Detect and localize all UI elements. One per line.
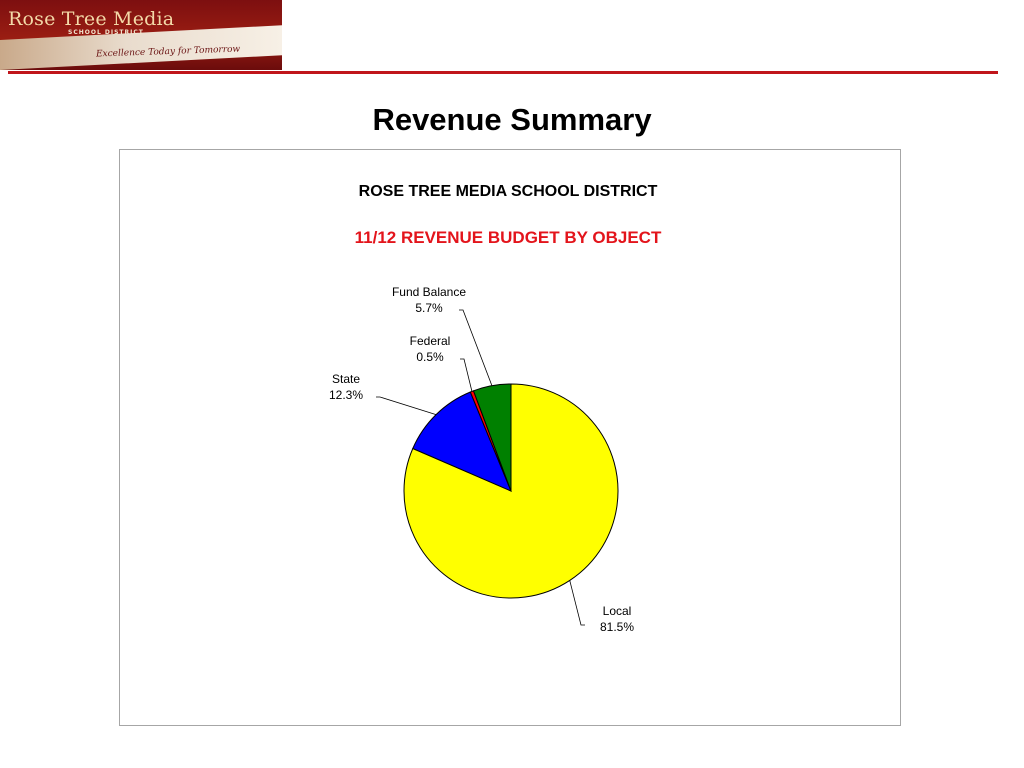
slice-value-label-fund-balance: 5.7%: [415, 301, 443, 315]
slice-value-label-local: 81.5%: [600, 620, 634, 634]
chart-frame: ROSE TREE MEDIA SCHOOL DISTRICT 11/12 RE…: [119, 149, 901, 726]
page-title: Revenue Summary: [372, 102, 652, 137]
leader-line-fund-balance: [459, 309, 493, 386]
leader-line-federal: [460, 358, 473, 392]
leader-line-local: [569, 580, 585, 626]
pie-chart: ROSE TREE MEDIA SCHOOL DISTRICT 11/12 RE…: [329, 183, 662, 634]
slice-label-federal: Federal: [410, 334, 451, 348]
pie-slices: [403, 383, 619, 599]
slice-value-label-state: 12.3%: [329, 388, 363, 402]
slice-label-fund-balance: Fund Balance: [392, 285, 466, 299]
slice-label-state: State: [332, 372, 360, 386]
logo-subtitle: SCHOOL DISTRICT: [68, 29, 144, 36]
district-logo: Rose Tree Media SCHOOL DISTRICT Excellen…: [0, 0, 282, 70]
chart-subtitle: 11/12 REVENUE BUDGET BY OBJECT: [355, 228, 662, 247]
leader-line-state: [376, 396, 437, 416]
header-rule: [8, 71, 998, 74]
slice-value-label-federal: 0.5%: [416, 350, 444, 364]
logo-name: Rose Tree Media: [8, 8, 175, 30]
chart-title: ROSE TREE MEDIA SCHOOL DISTRICT: [359, 183, 658, 200]
slice-label-local: Local: [603, 604, 632, 618]
